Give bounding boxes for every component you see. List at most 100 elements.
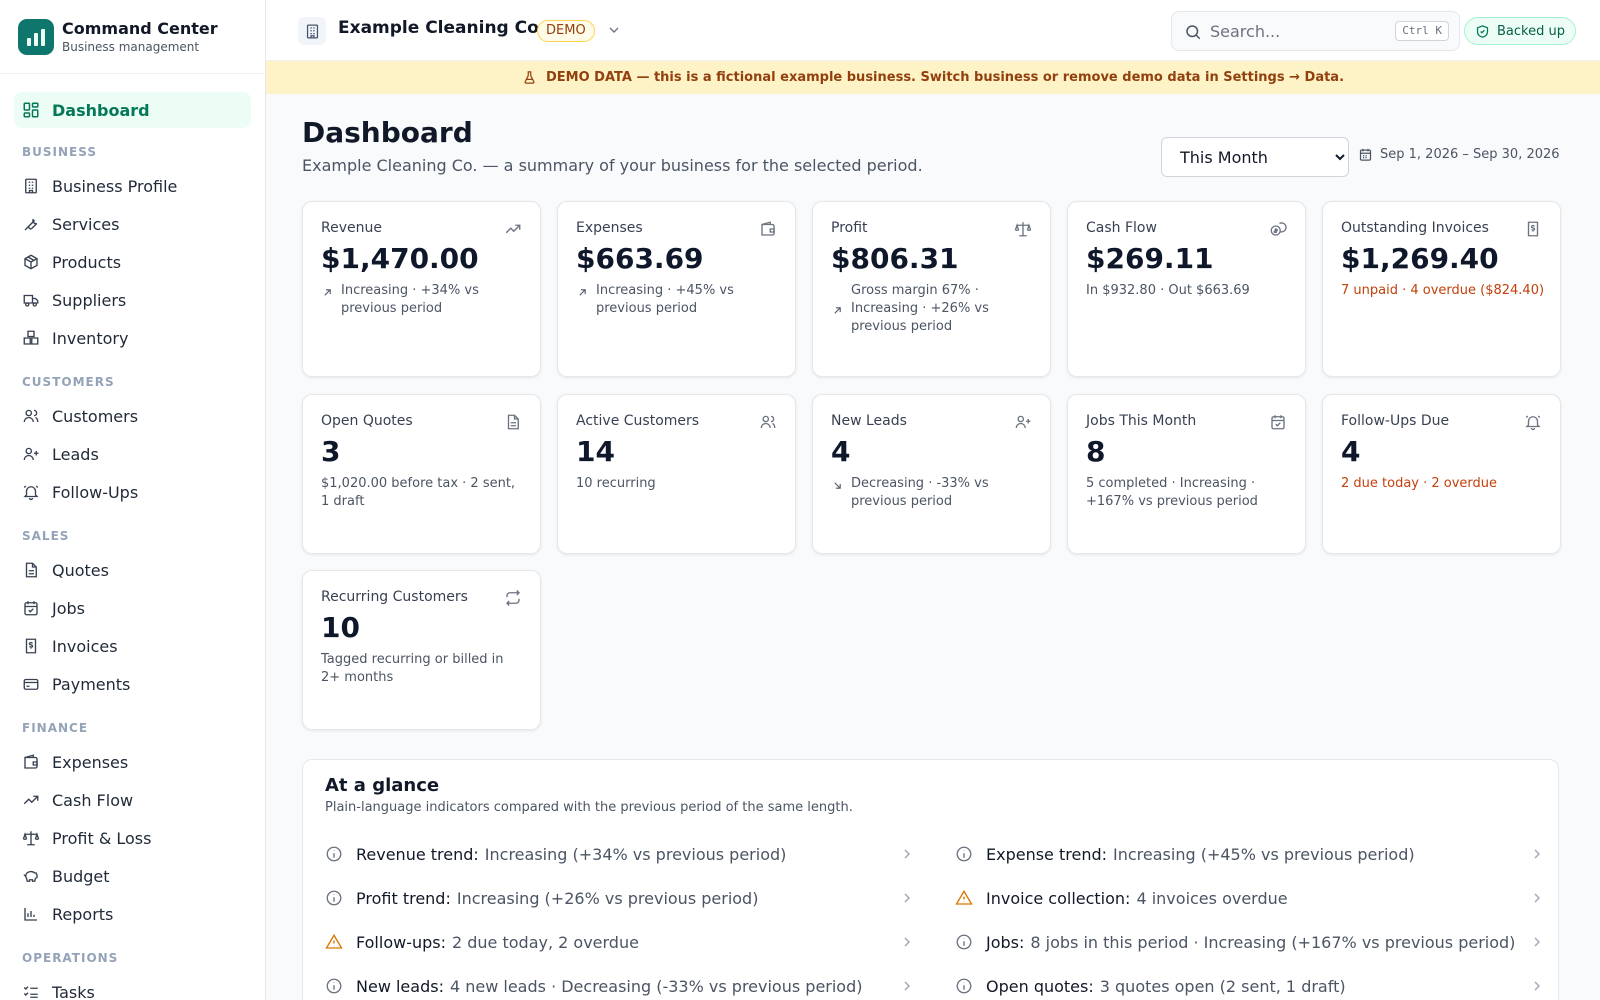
glance-row-label: New leads: (356, 976, 444, 996)
user-plus-icon (22, 445, 40, 463)
topbar: Example Cleaning Co. DEMO Ctrl K Backed … (266, 0, 1600, 61)
sidebar-item-payments[interactable]: Payments (14, 666, 251, 702)
period-select[interactable]: This Month (1161, 137, 1349, 177)
business-switcher[interactable]: Example Cleaning Co. (338, 18, 545, 38)
card-label: Outstanding Invoices (1341, 220, 1489, 236)
sidebar-item-dashboard[interactable]: Dashboard (14, 92, 251, 128)
file-text-icon (22, 561, 40, 579)
sidebar-item-label: Tasks (52, 982, 95, 1000)
sidebar-item-inventory[interactable]: Inventory (14, 320, 251, 356)
card-value: $1,470.00 (321, 242, 479, 275)
bar-chart-icon (22, 905, 40, 923)
card-value: $1,269.40 (1341, 242, 1499, 275)
sidebar-item-quotes[interactable]: Quotes (14, 552, 251, 588)
card-detail: Decreasing · -33% vs previous period (831, 475, 1036, 511)
sidebar-item-products[interactable]: Products (14, 244, 251, 280)
sidebar-item-label: Leads (52, 444, 99, 464)
sidebar-item-budget[interactable]: Budget (14, 858, 251, 894)
glance-row-label: Jobs: (986, 932, 1025, 952)
sidebar-item-label: Customers (52, 406, 139, 426)
profit-card[interactable]: Profit $806.31 Gross margin 67% · Increa… (812, 201, 1051, 377)
card-detail: $1,020.00 before tax · 2 sent, 1 draft (321, 476, 516, 509)
users-icon (22, 407, 40, 425)
jobs-this-month-card[interactable]: Jobs This Month 8 5 completed · Increasi… (1067, 394, 1306, 554)
sidebar-item-reports[interactable]: Reports (14, 896, 251, 932)
arrow-up-right-icon (579, 289, 586, 296)
sidebar-item-jobs[interactable]: Jobs (14, 590, 251, 626)
sidebar-item-customers[interactable]: Customers (14, 398, 251, 434)
glance-row-follow-ups[interactable]: Follow-ups: 2 due today, 2 overdue (325, 924, 915, 960)
search-icon (1186, 25, 1201, 40)
follow-ups-due-card[interactable]: Follow-Ups Due 4 2 due today · 2 overdue (1322, 394, 1561, 554)
glance-row-open-quotes[interactable]: Open quotes: 3 quotes open (2 sent, 1 dr… (955, 968, 1545, 1000)
card-label: New Leads (831, 413, 907, 429)
sidebar-item-leads[interactable]: Leads (14, 436, 251, 472)
glance-row-label: Invoice collection: (986, 888, 1131, 908)
glance-row-text: 4 new leads · Decreasing (-33% vs previo… (449, 976, 863, 996)
glance-row-text: 4 invoices overdue (1136, 888, 1288, 908)
search-box[interactable]: Ctrl K (1171, 11, 1460, 51)
info-icon (326, 846, 342, 862)
glance-row-expenses[interactable]: Expense trend: Increasing (+45% vs previ… (955, 836, 1545, 872)
sidebar-item-business-profile[interactable]: Business Profile (14, 168, 251, 204)
card-label: Active Customers (576, 413, 700, 429)
search-input[interactable] (1210, 20, 1370, 42)
backup-status-badge[interactable]: Backed up (1464, 17, 1576, 45)
sidebar-item-label: Business Profile (52, 176, 178, 196)
chevron-right-icon (1534, 849, 1540, 859)
sidebar-item-follow-ups[interactable]: Follow-Ups (14, 474, 251, 510)
credit-card-icon (22, 675, 40, 693)
sidebar-item-label: Services (52, 214, 120, 234)
nav-section-sales: SALES (22, 529, 70, 543)
recurring-customers-card[interactable]: Recurring Customers 10 Tagged recurring … (302, 570, 541, 730)
sidebar-item-profit-loss[interactable]: Profit & Loss (14, 820, 251, 856)
card-detail: 2 due today · 2 overdue (1341, 476, 1498, 491)
glance-row-revenue[interactable]: Revenue trend: Increasing (+34% vs previ… (325, 836, 915, 872)
active-customers-card[interactable]: Active Customers 14 10 recurring (557, 394, 796, 554)
expenses-card[interactable]: Expenses $663.69 Increasing · +45% vs pr… (557, 201, 796, 377)
sidebar-item-tasks[interactable]: Tasks (14, 974, 251, 1000)
brand[interactable]: Command Center Business management (0, 0, 265, 74)
trending-up-icon (22, 791, 40, 809)
glance-row-label: Revenue trend: (356, 844, 479, 864)
date-range-text: Sep 1, 2026 – Sep 30, 2026 (1380, 147, 1560, 162)
nav-section-customers: CUSTOMERS (22, 375, 115, 389)
nav-section-finance: FINANCE (22, 721, 89, 735)
open-quotes-card[interactable]: Open Quotes 3 $1,020.00 before tax · 2 s… (302, 394, 541, 554)
glance-row-new-leads[interactable]: New leads: 4 new leads · Decreasing (-33… (325, 968, 915, 1000)
chevron-down-icon[interactable] (606, 22, 622, 38)
info-icon (326, 978, 342, 994)
glance-row-profit[interactable]: Profit trend: Increasing (+26% vs previo… (325, 880, 915, 916)
boxes-icon (22, 329, 40, 347)
cash-flow-card[interactable]: Cash Flow $269.11 In $932.80 · Out $663.… (1067, 201, 1306, 377)
sidebar-item-services[interactable]: Services (14, 206, 251, 242)
info-icon (326, 890, 342, 906)
card-detail-text: Gross margin 67% · Increasing · +26% vs … (851, 283, 989, 334)
brand-title: Command Center (62, 18, 218, 38)
sidebar-item-suppliers[interactable]: Suppliers (14, 282, 251, 318)
building-icon (22, 177, 40, 195)
new-leads-card[interactable]: New Leads 4 Decreasing · -33% vs previou… (812, 394, 1051, 554)
card-label: Revenue (321, 220, 382, 236)
sidebar-item-invoices[interactable]: Invoices (14, 628, 251, 664)
glance-row-jobs[interactable]: Jobs: 8 jobs in this period · Increasing… (955, 924, 1545, 960)
warning-icon (955, 889, 973, 905)
bell-icon (22, 483, 40, 501)
glance-row-invoice-collection[interactable]: Invoice collection: 4 invoices overdue (955, 880, 1545, 916)
card-detail: 7 unpaid · 4 overdue ($824.40) (1341, 283, 1545, 298)
sidebar-item-expenses[interactable]: Expenses (14, 744, 251, 780)
search-shortcut-hint: Ctrl K (1395, 21, 1449, 41)
card-value: 3 (321, 435, 341, 468)
brand-logo-icon (18, 18, 54, 55)
sidebar-item-label: Payments (52, 674, 131, 694)
card-detail: Tagged recurring or billed in 2+ months (321, 652, 504, 685)
page-title: Dashboard (302, 116, 473, 149)
chevron-right-icon (1534, 981, 1540, 991)
dashboard-grid-icon (22, 101, 40, 119)
sidebar-item-cash-flow[interactable]: Cash Flow (14, 782, 251, 818)
revenue-card[interactable]: Revenue $1,470.00 Increasing · +34% vs p… (302, 201, 541, 377)
card-label: Jobs This Month (1086, 413, 1197, 429)
card-detail: Gross margin 67% · Increasing · +26% vs … (831, 282, 1036, 336)
repeat-icon (504, 589, 522, 607)
outstanding-invoices-card[interactable]: Outstanding Invoices $1,269.40 7 unpaid … (1322, 201, 1561, 377)
